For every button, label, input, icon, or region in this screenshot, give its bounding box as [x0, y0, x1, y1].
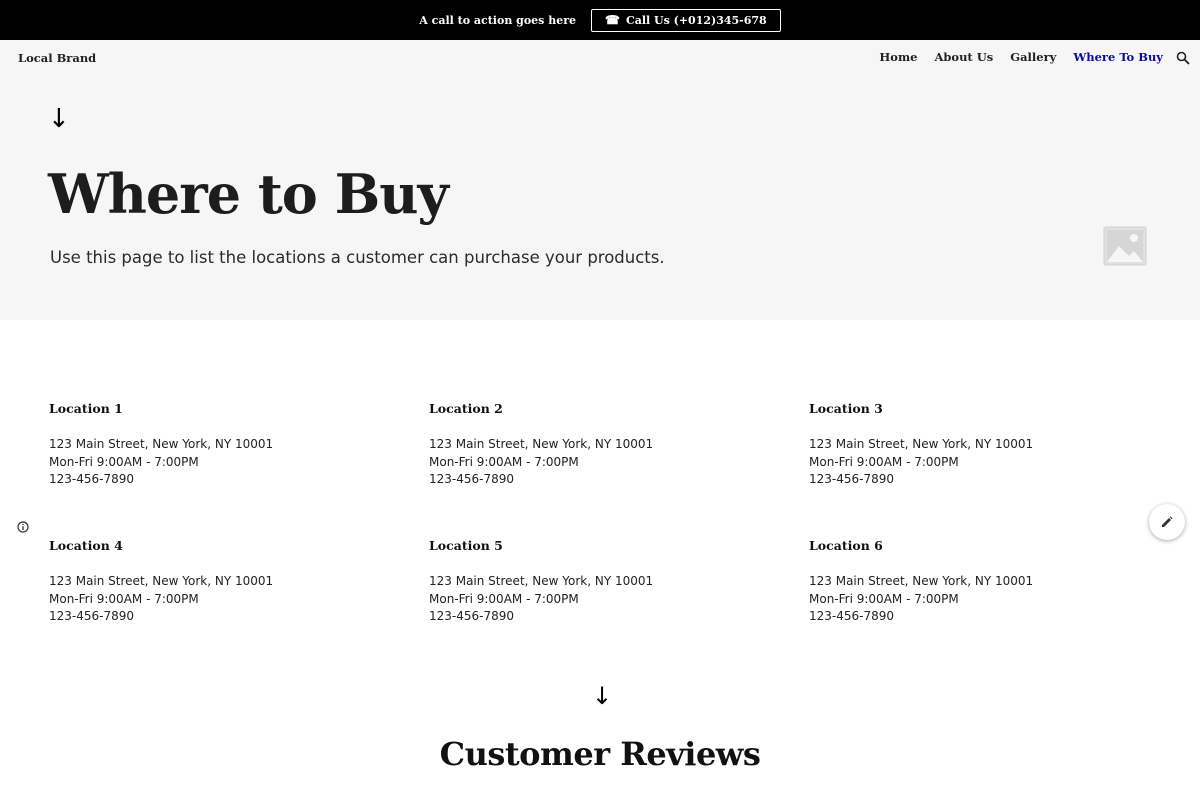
call-us-button[interactable]: ☎ Call Us (+012)345-678 — [591, 8, 781, 32]
location-address: 123 Main Street, New York, NY 10001 — [809, 574, 1034, 588]
location-name: Location 6 — [809, 538, 883, 553]
call-us-label: Call Us (+012)345-678 — [625, 13, 767, 27]
location-hours: Mon-Fri 9:00AM - 7:00PM — [49, 454, 199, 469]
location-phone: 123-456-7890 — [429, 472, 515, 486]
location-address: 123 Main Street, New York, NY 10001 — [429, 437, 654, 451]
nav-where-to-buy[interactable]: Where To Buy — [1073, 50, 1163, 64]
info-icon[interactable] — [17, 521, 29, 533]
scroll-down-arrow: ↓ — [592, 682, 613, 710]
search-icon[interactable] — [1176, 51, 1190, 65]
page-title: Where to Buy — [48, 162, 449, 226]
location-phone: 123-456-7890 — [809, 472, 895, 486]
location-card: Location 1 123 Main Street, New York, NY… — [49, 401, 379, 489]
location-card: Location 6 123 Main Street, New York, NY… — [809, 538, 1139, 626]
edit-button[interactable] — [1149, 504, 1185, 540]
location-hours: Mon-Fri 9:00AM - 7:00PM — [429, 454, 579, 469]
location-hours: Mon-Fri 9:00AM - 7:00PM — [809, 454, 959, 469]
location-card: Location 3 123 Main Street, New York, NY… — [809, 401, 1139, 489]
nav-about-us[interactable]: About Us — [934, 50, 993, 64]
phone-icon: ☎ — [605, 13, 620, 27]
main-nav: Home About Us Gallery Where To Buy — [879, 50, 1163, 64]
cta-text: A call to action goes here — [419, 13, 576, 27]
location-name: Location 3 — [809, 401, 883, 416]
brand-name[interactable]: Local Brand — [18, 51, 96, 65]
location-card: Location 4 123 Main Street, New York, NY… — [49, 538, 379, 626]
pencil-icon — [1162, 516, 1173, 527]
location-address: 123 Main Street, New York, NY 10001 — [429, 574, 654, 588]
location-phone: 123-456-7890 — [429, 609, 515, 623]
location-hours: Mon-Fri 9:00AM - 7:00PM — [429, 591, 579, 606]
nav-gallery[interactable]: Gallery — [1010, 50, 1056, 64]
location-phone: 123-456-7890 — [49, 609, 135, 623]
image-placeholder-icon — [1103, 226, 1147, 266]
location-name: Location 4 — [49, 538, 123, 553]
page-subtitle: Use this page to list the locations a cu… — [50, 248, 665, 267]
hero-section: ↓ Where to Buy Use this page to list the… — [0, 76, 1200, 320]
location-address: 123 Main Street, New York, NY 10001 — [49, 574, 274, 588]
location-phone: 123-456-7890 — [809, 609, 895, 623]
location-name: Location 5 — [429, 538, 503, 553]
location-phone: 123-456-7890 — [49, 472, 135, 486]
location-card: Location 5 123 Main Street, New York, NY… — [429, 538, 759, 626]
location-hours: Mon-Fri 9:00AM - 7:00PM — [809, 591, 959, 606]
nav-home[interactable]: Home — [879, 50, 917, 64]
site-header: Local Brand Home About Us Gallery Where … — [0, 40, 1200, 76]
location-address: 123 Main Street, New York, NY 10001 — [809, 437, 1034, 451]
location-name: Location 2 — [429, 401, 503, 416]
location-hours: Mon-Fri 9:00AM - 7:00PM — [49, 591, 199, 606]
scroll-down-arrow: ↓ — [48, 104, 70, 134]
location-address: 123 Main Street, New York, NY 10001 — [49, 437, 274, 451]
location-card: Location 2 123 Main Street, New York, NY… — [429, 401, 759, 489]
location-name: Location 1 — [49, 401, 123, 416]
reviews-heading: Customer Reviews — [439, 735, 761, 773]
announcement-bar: A call to action goes here ☎ Call Us (+0… — [0, 0, 1200, 40]
